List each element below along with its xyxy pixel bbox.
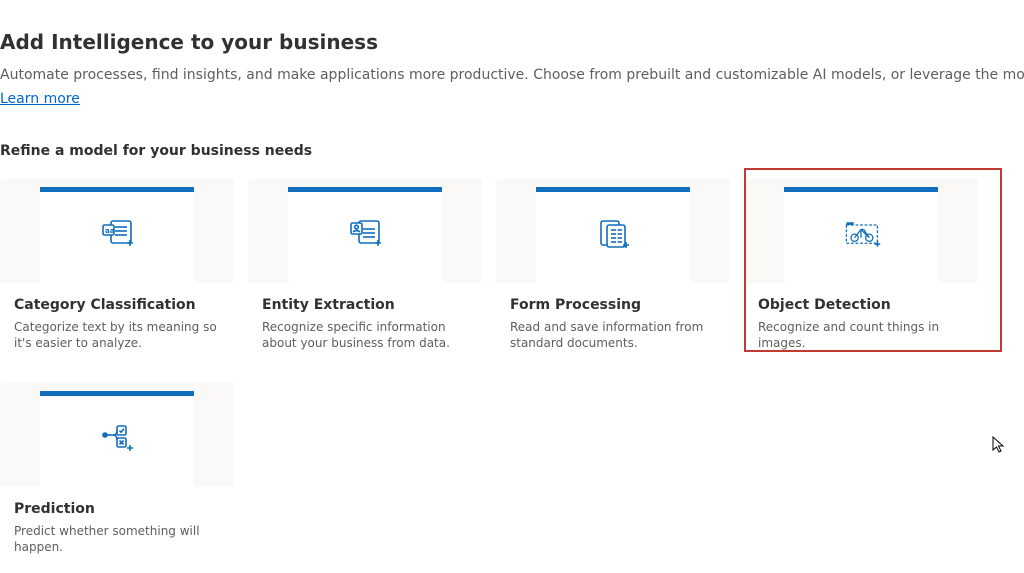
mouse-cursor-icon [992,436,1006,458]
object-detection-icon [840,214,882,256]
card-description: Categorize text by its meaning so it's e… [14,319,220,351]
card-category-classification[interactable]: aa Category Classification Categorize te… [0,179,234,369]
card-title: Form Processing [510,297,716,313]
card-accent-bar [288,187,442,192]
card-accent-bar [40,187,194,192]
card-description: Recognize and count things in images. [758,319,964,351]
card-form-processing[interactable]: Form Processing Read and save informatio… [496,179,730,369]
svg-text:aa: aa [105,227,115,235]
card-title: Entity Extraction [262,297,468,313]
card-body: Form Processing Read and save informatio… [496,283,730,369]
form-processing-icon [592,214,634,256]
card-body: Object Detection Recognize and count thi… [744,283,978,369]
card-body: Category Classification Categorize text … [0,283,234,369]
learn-more-link[interactable]: Learn more [0,91,80,107]
section-title: Refine a model for your business needs [0,143,1024,159]
card-entity-extraction[interactable]: Entity Extraction Recognize specific inf… [248,179,482,369]
entity-extraction-icon [344,214,386,256]
card-prediction[interactable]: Prediction Predict whether something wil… [0,383,234,573]
card-description: Predict whether something will happen. [14,523,220,555]
model-cards: aa Category Classification Categorize te… [0,179,1024,573]
page-title: Add Intelligence to your business [0,30,1024,54]
card-top [288,187,442,283]
card-object-detection[interactable]: Object Detection Recognize and count thi… [744,179,978,369]
card-accent-bar [40,391,194,396]
prediction-icon [96,418,138,460]
card-top [784,187,938,283]
card-accent-bar [536,187,690,192]
card-title: Prediction [14,501,220,517]
card-body: Prediction Predict whether something wil… [0,487,234,573]
card-top [40,391,194,487]
card-body: Entity Extraction Recognize specific inf… [248,283,482,369]
category-classification-icon: aa [96,214,138,256]
card-description: Read and save information from standard … [510,319,716,351]
card-accent-bar [784,187,938,192]
card-description: Recognize specific information about you… [262,319,468,351]
card-top: aa [40,187,194,283]
page-intro: Automate processes, find insights, and m… [0,66,1024,86]
card-title: Category Classification [14,297,220,313]
card-title: Object Detection [758,297,964,313]
card-top [536,187,690,283]
